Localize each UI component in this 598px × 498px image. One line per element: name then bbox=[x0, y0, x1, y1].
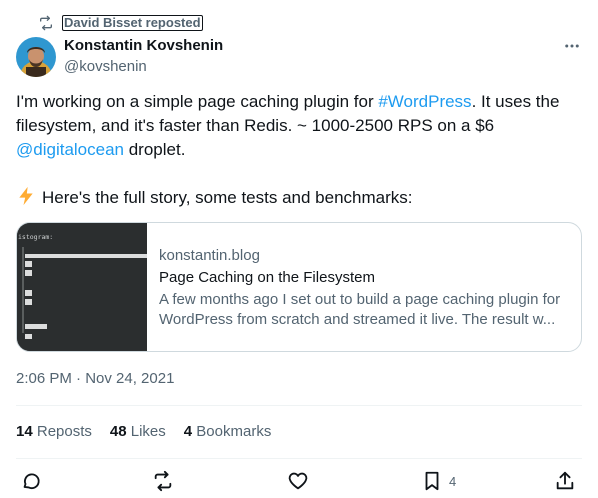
link-preview-card[interactable]: istogram: konstantin.blog Page Caching o… bbox=[16, 222, 582, 352]
like-button[interactable] bbox=[287, 470, 309, 492]
card-domain: konstantin.blog bbox=[159, 247, 260, 264]
more-options-button[interactable] bbox=[558, 36, 586, 56]
divider bbox=[16, 405, 582, 406]
action-bar: 4 bbox=[16, 470, 582, 496]
thumb-text: istogram: bbox=[18, 233, 53, 241]
card-description-line: A few months ago I set out to build a pa… bbox=[159, 291, 561, 308]
author-display-name[interactable]: Konstantin Kovshenin bbox=[64, 37, 223, 55]
bookmark-icon bbox=[425, 471, 439, 491]
tweet-text: I'm working on a simple page caching plu… bbox=[16, 90, 586, 210]
reposts-count: 14 bbox=[16, 423, 33, 440]
like-icon bbox=[288, 472, 308, 490]
more-icon bbox=[565, 44, 579, 48]
repost-header: David Bisset reposted bbox=[38, 14, 203, 32]
tweet-text-segment: I'm working on a simple page caching plu… bbox=[16, 92, 379, 111]
tweet-text-segment: droplet. bbox=[124, 140, 186, 159]
bookmark-count: 4 bbox=[449, 473, 457, 489]
likes-stat[interactable]: 48 Likes bbox=[110, 422, 166, 442]
repost-icon bbox=[40, 15, 52, 31]
retweet-button[interactable] bbox=[152, 470, 174, 492]
card-thumbnail: istogram: bbox=[17, 223, 147, 351]
likes-label: Likes bbox=[130, 423, 166, 440]
divider bbox=[16, 458, 582, 459]
tweet-text-segment: . It uses the bbox=[471, 92, 560, 111]
lightning-emoji bbox=[19, 186, 33, 206]
bookmark-button[interactable]: 4 bbox=[421, 470, 456, 492]
bookmarks-label: Bookmarks bbox=[196, 423, 272, 440]
bookmarks-count: 4 bbox=[183, 423, 193, 440]
reposts-stat[interactable]: 14 Reposts bbox=[16, 422, 92, 442]
tweet-text-segment: filesystem, and it's faster than Redis. … bbox=[16, 116, 495, 135]
retweet-icon bbox=[154, 470, 172, 492]
card-title: Page Caching on the Filesystem bbox=[159, 269, 375, 286]
reposts-label: Reposts bbox=[36, 423, 92, 440]
likes-count: 48 bbox=[109, 423, 127, 440]
tweet-timestamp[interactable]: 2:06 PM · Nov 24, 2021 bbox=[16, 369, 174, 389]
author-handle[interactable]: @kovshenin bbox=[64, 58, 147, 76]
reply-icon bbox=[23, 473, 40, 489]
hashtag-link[interactable]: #WordPress bbox=[378, 92, 471, 111]
mention-link[interactable]: @digitalocean bbox=[16, 140, 124, 159]
share-button[interactable] bbox=[554, 470, 576, 492]
card-description: A few months ago I set out to build a pa… bbox=[159, 290, 569, 330]
reply-button[interactable] bbox=[20, 470, 42, 492]
bookmarks-stat[interactable]: 4 Bookmarks bbox=[184, 422, 272, 442]
share-icon bbox=[556, 471, 574, 490]
tweet-text-segment: Here's the full story, some tests and be… bbox=[42, 188, 413, 207]
engagement-stats: 14 Reposts 48 Likes 4 Bookmarks bbox=[16, 422, 289, 442]
avatar[interactable] bbox=[16, 37, 56, 77]
card-description-line: WordPress from scratch and streamed it l… bbox=[159, 311, 556, 328]
reposter-link[interactable]: David Bisset reposted bbox=[62, 15, 203, 31]
